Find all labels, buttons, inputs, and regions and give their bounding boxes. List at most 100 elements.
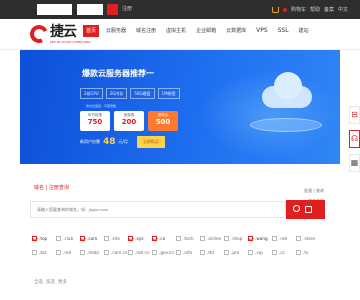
cart-icon[interactable]: [271, 6, 279, 13]
tld-checkbox[interactable]: [80, 235, 85, 241]
domain-search-title: 域名 | 注册查询: [34, 185, 69, 191]
tld-option[interactable]: .info: [176, 248, 200, 256]
bulk-query-link[interactable]: 批量 | 查询: [304, 186, 324, 196]
nav-item-hosting[interactable]: 虚拟主机: [163, 25, 189, 37]
invert-select-link[interactable]: 反选: [46, 279, 55, 285]
nav-item-home[interactable]: 首页: [83, 25, 100, 37]
spec-memory: 2G内存: [105, 88, 128, 99]
tld-option[interactable]: .online: [200, 234, 224, 242]
tld-option[interactable]: .vip: [248, 248, 272, 256]
tld-option[interactable]: .net.cn: [128, 248, 152, 256]
register-link[interactable]: 注册: [122, 4, 132, 15]
tld-label: .tech: [183, 235, 194, 241]
nav-item-mail[interactable]: 企业邮箱: [193, 25, 219, 37]
tld-label: .online: [207, 235, 222, 241]
tld-option[interactable]: .site: [104, 234, 128, 242]
tld-checkbox[interactable]: [32, 235, 37, 241]
nav-item-cloud-server[interactable]: 云服务器: [103, 25, 129, 37]
buy-now-button[interactable]: 立即购买: [136, 136, 165, 148]
tld-option[interactable]: .tv: [296, 248, 320, 256]
select-all-link[interactable]: 全选: [34, 279, 43, 285]
tld-label: .cc: [279, 249, 285, 255]
nav-item-ssl[interactable]: SSL: [275, 25, 292, 37]
tld-checkbox[interactable]: [248, 235, 253, 241]
nav-item-database[interactable]: 云数据库: [223, 25, 249, 37]
tld-grid: .top .club .com .site .xyz .cn .tech .online .sh…: [32, 234, 332, 256]
tld-option[interactable]: .gov.cn: [152, 248, 176, 256]
tld-checkbox[interactable]: [296, 235, 301, 241]
tld-checkbox[interactable]: [224, 249, 229, 255]
tld-option[interactable]: .red: [56, 248, 80, 256]
tld-checkbox[interactable]: [272, 249, 277, 255]
logo-subtitle: JIEYUN CLOUD COMPUTING: [50, 40, 91, 44]
tld-checkbox[interactable]: [152, 235, 157, 241]
more-tld-link[interactable]: 更多: [58, 279, 67, 285]
tld-option[interactable]: .ltd: [200, 248, 224, 256]
tld-option[interactable]: .tech: [176, 234, 200, 242]
tld-checkbox[interactable]: [296, 249, 301, 255]
beian-link[interactable]: 备案: [324, 6, 334, 13]
tld-checkbox[interactable]: [128, 249, 133, 255]
cta-suffix: 元/月: [118, 139, 128, 144]
tld-label: .mobi: [87, 249, 99, 255]
tld-option[interactable]: .cn: [152, 234, 176, 242]
tld-option[interactable]: .pro: [224, 248, 248, 256]
tld-option[interactable]: .club: [56, 234, 80, 242]
spec-bandwidth: 1M带宽: [157, 88, 180, 99]
tld-option[interactable]: .cc: [272, 248, 296, 256]
tld-checkbox[interactable]: [248, 249, 253, 255]
tld-checkbox[interactable]: [104, 249, 109, 255]
tld-checkbox[interactable]: [104, 235, 109, 241]
domain-search-input[interactable]: [37, 207, 277, 212]
tld-option[interactable]: .mobi: [80, 248, 104, 256]
side-qrcode-button[interactable]: ▦: [349, 154, 360, 172]
banner-note: 性价比首选 · 不限流量: [86, 104, 116, 108]
price-value: 750: [87, 118, 103, 126]
tld-option[interactable]: .shop: [224, 234, 248, 242]
search-icon: [293, 205, 300, 212]
side-support-button[interactable]: ☊: [349, 130, 360, 148]
tld-checkbox[interactable]: [200, 249, 205, 255]
tld-checkbox[interactable]: [80, 249, 85, 255]
tld-option[interactable]: .com: [80, 234, 104, 242]
tld-label: .biz: [39, 249, 47, 255]
tld-checkbox[interactable]: [152, 249, 157, 255]
tld-checkbox[interactable]: [56, 235, 61, 241]
tld-option[interactable]: .net: [272, 234, 296, 242]
nav-item-domain[interactable]: 域名注册: [133, 25, 159, 37]
tld-option[interactable]: .biz: [32, 248, 56, 256]
tld-checkbox[interactable]: [176, 235, 181, 241]
tld-option[interactable]: .store: [296, 234, 320, 242]
side-cart-button[interactable]: ⊟: [349, 106, 360, 124]
tld-label: .wang: [255, 235, 268, 241]
help-link[interactable]: 帮助: [310, 6, 320, 13]
tld-label: .info: [183, 249, 193, 255]
tld-checkbox[interactable]: [200, 235, 205, 241]
tld-label: .tv: [303, 249, 309, 255]
nav-item-site-builder[interactable]: 建站: [296, 25, 312, 37]
login-button[interactable]: [107, 4, 118, 15]
tld-option[interactable]: .com.cn: [104, 248, 128, 256]
tld-option[interactable]: .xyz: [128, 234, 152, 242]
tld-option[interactable]: .wang: [248, 234, 272, 242]
cart-link[interactable]: 购物车: [291, 6, 306, 13]
password-input[interactable]: [77, 4, 103, 15]
nav-item-vps[interactable]: VPS: [253, 25, 271, 37]
site-logo[interactable]: 捷云 JIEYUN CLOUD COMPUTING: [27, 22, 91, 47]
tld-checkbox[interactable]: [176, 249, 181, 255]
tld-label: .top: [39, 235, 48, 241]
tld-label: .cn: [159, 235, 166, 241]
tld-checkbox[interactable]: [224, 235, 229, 241]
tld-label: .vip: [255, 249, 263, 255]
tld-checkbox[interactable]: [272, 235, 277, 241]
username-input[interactable]: [37, 4, 72, 15]
language-link[interactable]: 中文: [338, 6, 348, 13]
tld-checkbox[interactable]: [32, 249, 37, 255]
tld-checkbox[interactable]: [128, 235, 133, 241]
tld-option[interactable]: .top: [32, 234, 56, 242]
domain-search-button[interactable]: [286, 200, 325, 219]
cart-count-badge: [282, 7, 287, 12]
tld-checkbox[interactable]: [56, 249, 61, 255]
promo-banner[interactable]: 爆款云服务器推荐一 2核CPU 2G内存 50G硬盘 1M带宽 性价比首选 · …: [20, 50, 340, 164]
tld-label: .net: [279, 235, 288, 241]
